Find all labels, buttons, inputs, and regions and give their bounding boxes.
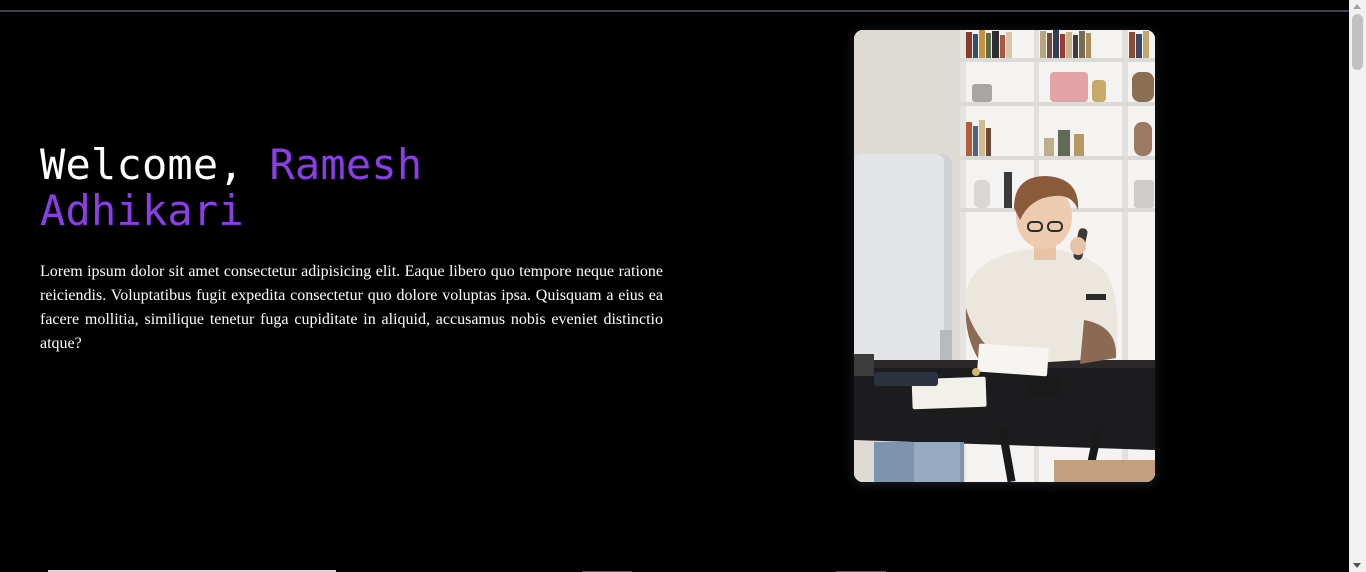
hero-paragraph: Lorem ipsum dolor sit amet consectetur a… bbox=[40, 263, 663, 352]
scroll-thumb[interactable] bbox=[1352, 14, 1363, 70]
user-first-name: Ramesh bbox=[269, 140, 423, 189]
top-divider bbox=[0, 10, 1349, 12]
hero-photo bbox=[854, 30, 1155, 482]
hero-section: Welcome, Ramesh Adhikari Lorem ipsum dol… bbox=[40, 142, 663, 356]
greeting-text: Welcome, bbox=[40, 140, 270, 189]
user-last-name: Adhikari bbox=[40, 186, 244, 235]
scroll-up-arrow-icon[interactable] bbox=[1353, 4, 1361, 9]
welcome-heading: Welcome, Ramesh Adhikari bbox=[40, 142, 663, 234]
vertical-scrollbar[interactable] bbox=[1349, 0, 1366, 572]
scroll-down-arrow-icon[interactable] bbox=[1353, 563, 1361, 568]
